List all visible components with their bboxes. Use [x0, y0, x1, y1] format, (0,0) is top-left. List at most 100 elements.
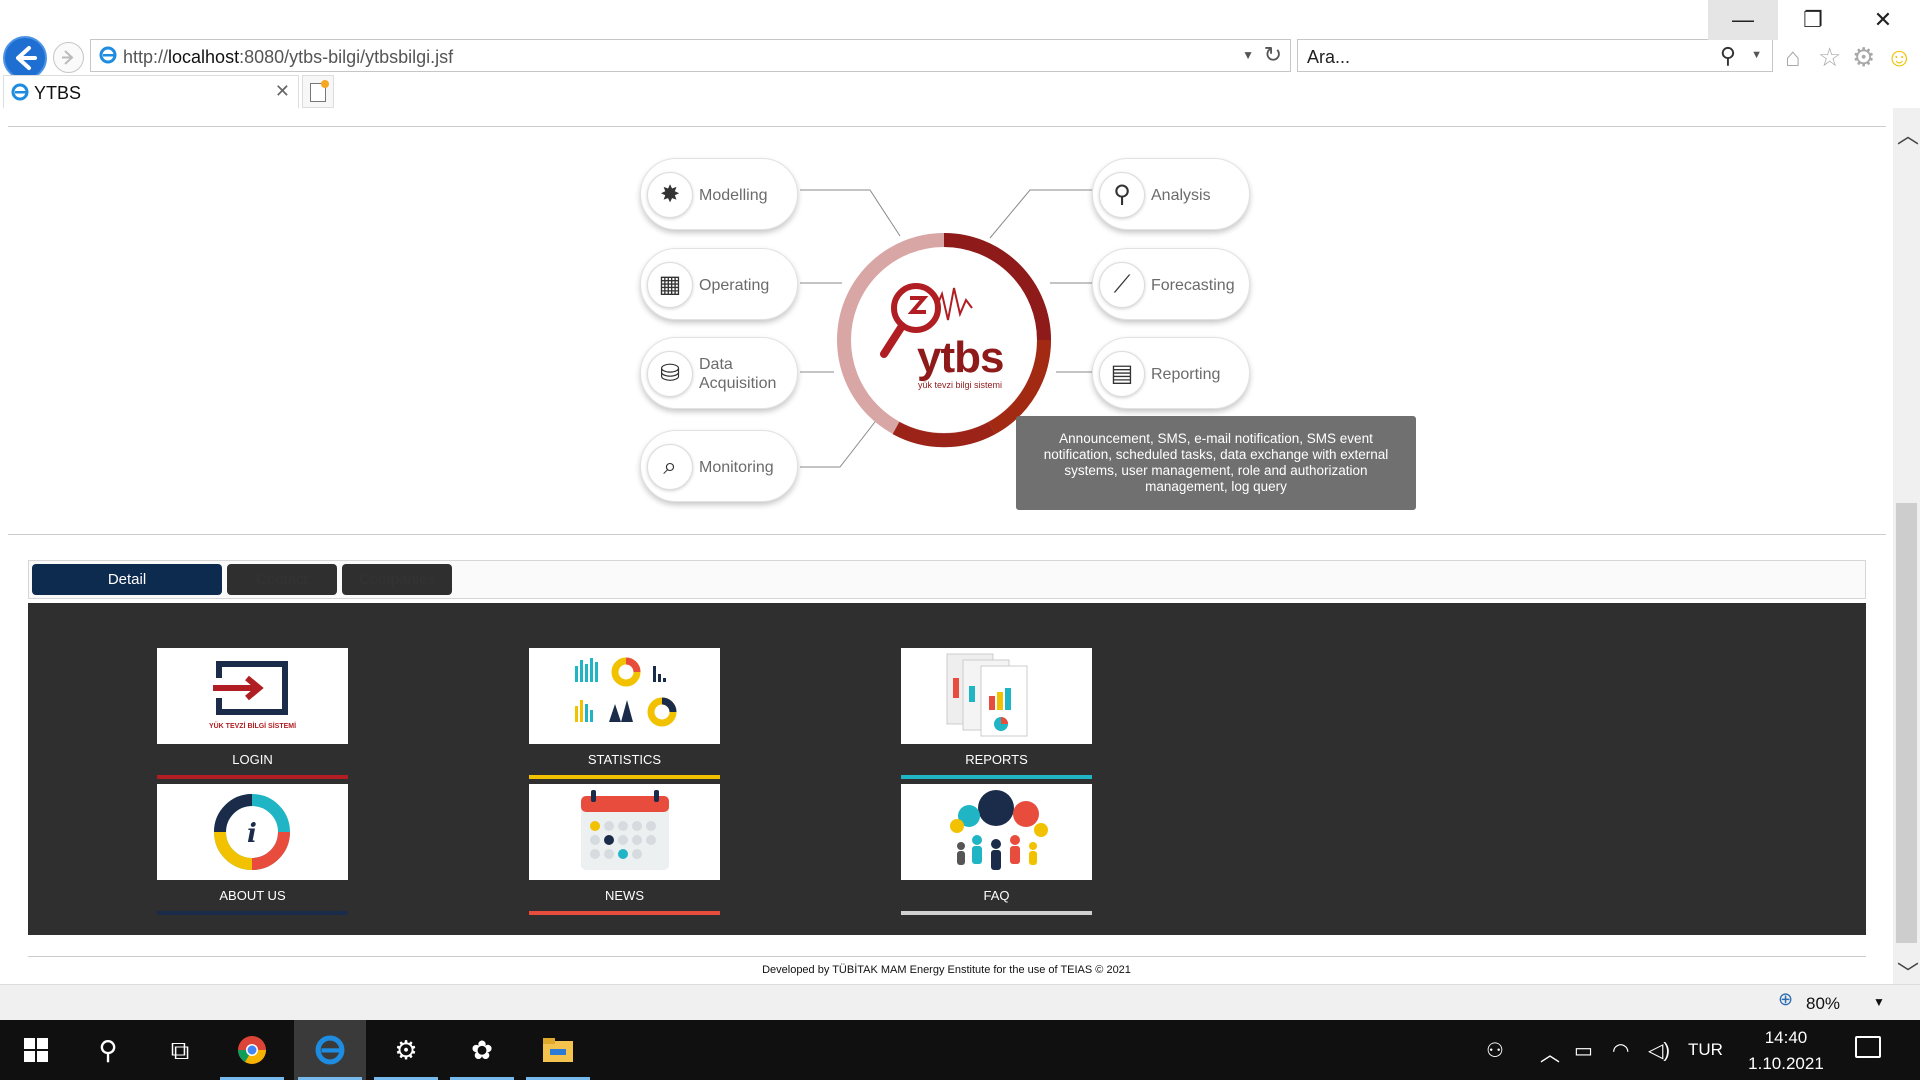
- internet-explorer-icon[interactable]: [294, 1020, 366, 1080]
- search-icon[interactable]: ⚲: [72, 1020, 144, 1080]
- logo-subtitle: yük tevzi bilgi sistemi: [918, 380, 1003, 390]
- tab-contact[interactable]: Contact: [227, 564, 337, 595]
- feature-modelling[interactable]: ✸ Modelling: [640, 158, 798, 230]
- tile-label: FAQ: [901, 880, 1092, 911]
- tile-accent-bar: [157, 775, 348, 779]
- feature-monitoring[interactable]: ⌕ Monitoring: [640, 430, 798, 502]
- wifi-icon[interactable]: ◠: [1612, 1038, 1629, 1063]
- search-icon[interactable]: ⚲: [1720, 43, 1736, 69]
- forward-button[interactable]: [53, 42, 84, 73]
- tab-detail[interactable]: Detail: [32, 564, 222, 595]
- new-tab-icon: [310, 80, 329, 102]
- arrow-right-icon: [62, 50, 74, 65]
- home-icon[interactable]: ⌂: [1785, 42, 1801, 73]
- close-tab-icon[interactable]: ✕: [275, 81, 290, 102]
- feature-label: Monitoring: [699, 458, 774, 476]
- browser-tab[interactable]: YTBS ✕: [3, 75, 299, 108]
- people-chat-icon: [950, 790, 1048, 870]
- tile-accent-bar: [529, 911, 720, 915]
- login-caption: YÜK TEVZİ BİLGİ SİSTEMİ: [208, 723, 297, 730]
- reports-icon: [946, 653, 1028, 737]
- feature-reporting[interactable]: ▤ Reporting: [1092, 337, 1250, 409]
- tile-accent-bar: [529, 775, 720, 779]
- star-icon[interactable]: ☆: [1818, 42, 1841, 73]
- chevron-up-icon[interactable]: ︿: [1897, 118, 1919, 150]
- detail-panel: YÜK TEVZİ BİLGİ SİSTEMİ LOGIN STATISTICS…: [28, 603, 1866, 935]
- feature-data-acquisition[interactable]: ⛁ Data Acquisition: [640, 337, 798, 409]
- tile-label: STATISTICS: [529, 744, 720, 775]
- search-box[interactable]: Ara... ⚲ ▼: [1297, 39, 1773, 72]
- notification-icon[interactable]: [1855, 1036, 1881, 1058]
- page-viewport: ✸ Modelling ▦ Operating ⛁ Data Acquisiti…: [0, 108, 1893, 984]
- feature-tooltip: Announcement, SMS, e-mail notification, …: [1016, 416, 1416, 510]
- browser-chrome: http://localhost:8080/ytbs-bilgi/ytbsbil…: [0, 0, 1920, 108]
- calendar-icon: [581, 790, 669, 870]
- windows-logo-icon: [24, 1038, 48, 1062]
- feature-operating[interactable]: ▦ Operating: [640, 248, 798, 320]
- ie-icon: [98, 45, 118, 70]
- restore-button[interactable]: ❐: [1778, 0, 1848, 40]
- tile-faq[interactable]: FAQ: [901, 784, 1092, 915]
- tile-accent-bar: [157, 911, 348, 915]
- browser-statusbar: ⊕ 80% ▼: [0, 984, 1920, 1020]
- info-icon: i: [214, 794, 290, 870]
- app-icon[interactable]: ✿: [446, 1020, 518, 1080]
- report-icon: ▤: [1099, 351, 1145, 397]
- feature-label: Modelling: [699, 186, 768, 204]
- chevron-down-icon[interactable]: ▼: [1242, 48, 1254, 62]
- chrome-icon[interactable]: [216, 1020, 288, 1080]
- new-tab-button[interactable]: [302, 75, 334, 108]
- smiley-icon[interactable]: ☺: [1886, 42, 1913, 73]
- database-icon: ⛁: [647, 351, 693, 397]
- tile-news[interactable]: NEWS: [529, 784, 720, 915]
- chevron-down-icon[interactable]: ▼: [1873, 995, 1885, 1009]
- file-explorer-icon[interactable]: [522, 1020, 594, 1080]
- vertical-scrollbar[interactable]: ︿ ﹀: [1893, 108, 1920, 986]
- tile-label: LOGIN: [157, 744, 348, 775]
- address-bar[interactable]: http://localhost:8080/ytbs-bilgi/ytbsbil…: [90, 39, 1291, 72]
- tile-accent-bar: [901, 911, 1092, 915]
- close-window-button[interactable]: ✕: [1848, 0, 1918, 40]
- gear-icon[interactable]: ⚙: [1852, 42, 1875, 73]
- network-icon: ✸: [647, 172, 693, 218]
- feature-label: Operating: [699, 276, 770, 294]
- url-text: http://localhost:8080/ytbs-bilgi/ytbsbil…: [123, 47, 454, 67]
- feature-label: Data Acquisition: [699, 356, 777, 392]
- divider: [28, 956, 1866, 957]
- refresh-icon[interactable]: ↻: [1264, 42, 1282, 68]
- clock-date[interactable]: 1.10.2021: [1748, 1054, 1824, 1074]
- tile-label: REPORTS: [901, 744, 1092, 775]
- chevron-up-icon[interactable]: ︿: [1540, 1038, 1560, 1067]
- people-icon[interactable]: ⚇: [1486, 1038, 1504, 1063]
- tile-reports[interactable]: REPORTS: [901, 648, 1092, 779]
- divider: [8, 534, 1886, 535]
- start-button[interactable]: [0, 1020, 72, 1080]
- settings-app-icon[interactable]: ⚙: [370, 1020, 442, 1080]
- features-diagram: ✸ Modelling ▦ Operating ⛁ Data Acquisiti…: [0, 108, 1893, 538]
- arrow-left-icon: [16, 46, 37, 70]
- task-view-icon[interactable]: ⧉: [144, 1020, 216, 1080]
- input-language[interactable]: TUR: [1688, 1040, 1723, 1060]
- zoom-icon: ⊕: [1778, 989, 1794, 1009]
- zoom-level[interactable]: 80%: [1806, 994, 1840, 1014]
- clock-time[interactable]: 14:40: [1748, 1028, 1824, 1048]
- scrollbar-thumb[interactable]: [1896, 503, 1917, 943]
- tab-companies[interactable]: Companies: [342, 564, 452, 595]
- battery-icon[interactable]: ▭: [1574, 1038, 1593, 1063]
- volume-icon[interactable]: ◁): [1648, 1038, 1670, 1063]
- news-image: [529, 784, 720, 880]
- back-button[interactable]: [3, 36, 47, 80]
- feature-analysis[interactable]: ⚲ Analysis: [1092, 158, 1250, 230]
- chart-icon: ⟋: [1099, 262, 1145, 308]
- tile-about-us[interactable]: i ABOUT US: [157, 784, 348, 915]
- about-us-image: i: [157, 784, 348, 880]
- chevron-down-icon[interactable]: ▼: [1751, 49, 1762, 61]
- tile-login[interactable]: YÜK TEVZİ BİLGİ SİSTEMİ LOGIN: [157, 648, 348, 779]
- faq-image: [901, 784, 1092, 880]
- minimize-button[interactable]: —: [1708, 0, 1778, 40]
- content-tabbar: Detail Contact Companies: [28, 560, 1866, 599]
- feature-forecasting[interactable]: ⟋ Forecasting: [1092, 248, 1250, 320]
- tile-accent-bar: [901, 775, 1092, 779]
- statistics-icon: [575, 657, 677, 727]
- tile-statistics[interactable]: STATISTICS: [529, 648, 720, 779]
